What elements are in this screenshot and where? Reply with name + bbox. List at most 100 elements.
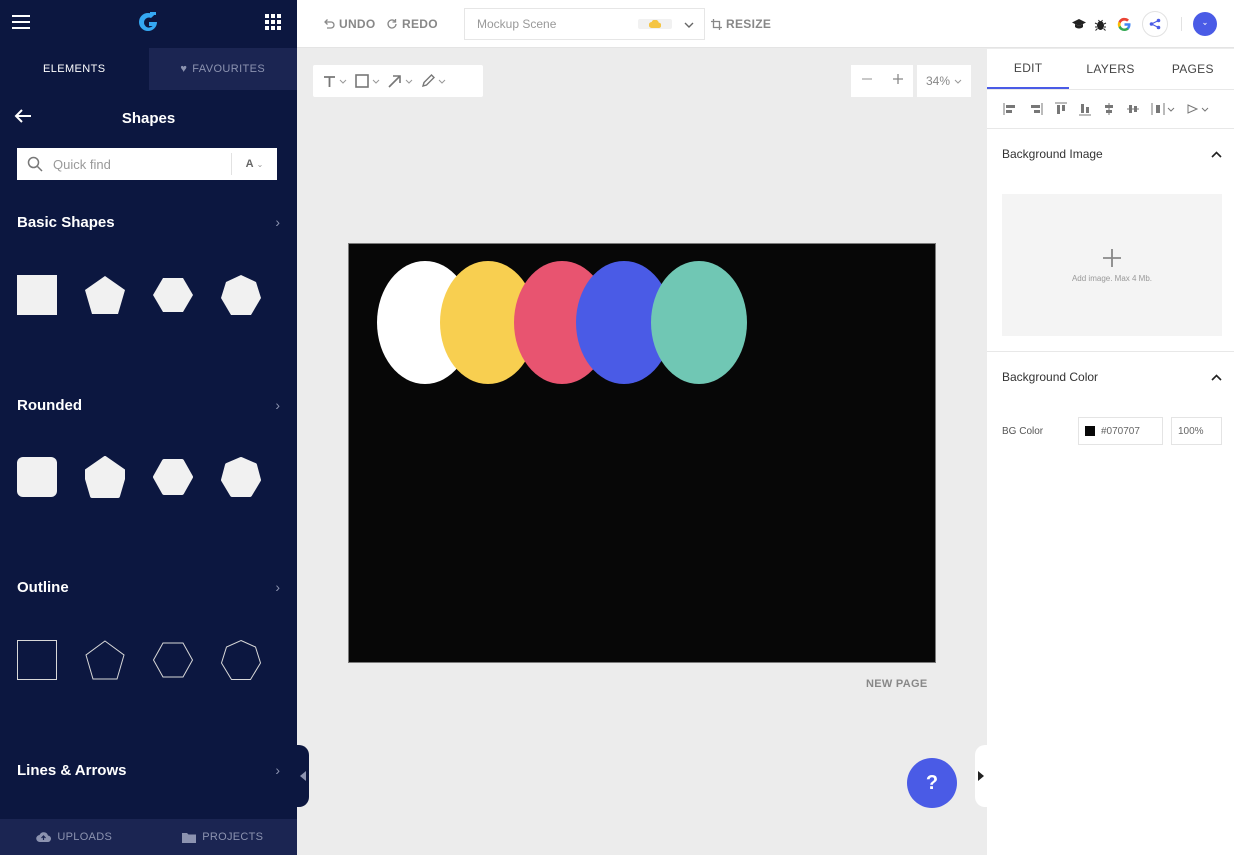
rounded-shapes-row	[17, 456, 261, 498]
rounded-square-shape[interactable]	[17, 456, 57, 498]
teal-ellipse[interactable]	[651, 261, 747, 384]
hexagon-shape[interactable]	[153, 274, 193, 316]
flip-icon	[1187, 104, 1199, 114]
quick-find-search: A ⌄	[17, 148, 277, 180]
section-title: Rounded	[17, 396, 82, 414]
heart-icon: ♥	[180, 63, 188, 75]
font-filter-button[interactable]: A ⌄	[231, 153, 277, 175]
chevron-down-icon: ⌄	[256, 159, 264, 169]
projects-button[interactable]: PROJECTS	[149, 819, 298, 855]
basic-shapes-row	[17, 274, 261, 316]
tab-layers[interactable]: LAYERS	[1069, 49, 1151, 89]
collapse-sidebar-handle[interactable]	[297, 745, 309, 807]
background-color-section-header[interactable]: Background Color	[1002, 367, 1222, 387]
pen-tool-button[interactable]	[421, 71, 446, 91]
new-page-button[interactable]: NEW PAGE	[866, 678, 927, 690]
resize-button[interactable]: RESIZE	[711, 14, 771, 34]
align-bottom-icon[interactable]	[1079, 102, 1091, 116]
outline-hexagon-shape[interactable]	[153, 639, 193, 681]
align-center-horizontal-icon[interactable]	[1103, 103, 1115, 115]
collapse-panel-handle[interactable]	[975, 745, 987, 807]
section-outline[interactable]: Outline ›	[17, 577, 280, 597]
distribute-dropdown[interactable]	[1151, 103, 1175, 115]
chevron-up-icon	[1211, 373, 1222, 381]
cloud-sync-icon	[638, 19, 672, 29]
pentagon-shape[interactable]	[85, 274, 125, 316]
back-arrow-icon[interactable]	[14, 108, 36, 128]
chevron-down-icon	[339, 79, 347, 84]
zoom-out-icon[interactable]	[861, 72, 873, 90]
sidebar-bottom-bar: UPLOADS PROJECTS	[0, 819, 297, 855]
undo-button[interactable]: UNDO	[323, 14, 376, 34]
resize-label: RESIZE	[726, 17, 772, 31]
search-input[interactable]	[53, 149, 231, 179]
rounded-pentagon-shape[interactable]	[85, 456, 125, 498]
chevron-right-icon: ›	[275, 579, 280, 595]
bug-icon[interactable]	[1090, 14, 1110, 34]
outline-square-shape[interactable]	[17, 639, 57, 681]
outline-heptagon-shape[interactable]	[221, 639, 261, 681]
tab-elements[interactable]: ELEMENTS	[0, 48, 149, 90]
drawing-toolbox	[313, 65, 483, 97]
bg-color-hex: #070707	[1101, 425, 1140, 437]
chevron-right-icon: ›	[275, 397, 280, 413]
hamburger-menu-icon[interactable]	[12, 14, 30, 34]
redo-label: REDO	[402, 17, 438, 31]
text-tool-button[interactable]	[323, 71, 347, 91]
google-icon[interactable]	[1114, 14, 1134, 34]
search-icon	[17, 148, 53, 180]
user-avatar[interactable]	[1193, 12, 1217, 36]
chevron-down-icon	[954, 79, 962, 84]
undo-icon	[324, 19, 335, 29]
arrow-tool-button[interactable]	[388, 71, 413, 91]
zoom-level-dropdown[interactable]: 34%	[917, 65, 971, 97]
section-lines-arrows[interactable]: Lines & Arrows ›	[17, 760, 280, 780]
share-icon[interactable]	[1142, 11, 1168, 37]
bg-color-row: BG Color #070707 100%	[1002, 417, 1222, 445]
text-icon	[324, 75, 335, 87]
rounded-heptagon-shape[interactable]	[221, 456, 261, 498]
align-top-icon[interactable]	[1055, 102, 1067, 116]
rounded-hexagon-shape[interactable]	[153, 456, 193, 498]
sidebar: ELEMENTS ♥ FAVOURITES Shapes A ⌄ Basic S…	[0, 0, 297, 855]
background-image-section-header[interactable]: Background Image	[1002, 144, 1222, 164]
heptagon-shape[interactable]	[221, 274, 261, 316]
color-swatch[interactable]	[1085, 426, 1095, 436]
zoom-level: 34%	[925, 74, 951, 88]
tab-label: LAYERS	[1086, 62, 1135, 76]
topbar-divider	[1181, 17, 1182, 31]
add-background-image-dropzone[interactable]: Add image. Max 4 Mb.	[1002, 194, 1222, 336]
redo-button[interactable]: REDO	[386, 14, 438, 34]
app-logo-icon[interactable]	[137, 11, 159, 38]
section-title: Lines & Arrows	[17, 761, 127, 779]
chevron-down-icon	[372, 79, 380, 84]
outline-pentagon-shape[interactable]	[85, 639, 125, 681]
align-right-icon[interactable]	[1029, 103, 1043, 115]
font-filter-label: A	[245, 158, 254, 170]
zoom-in-icon[interactable]	[892, 72, 904, 90]
chevron-down-icon[interactable]	[684, 15, 694, 33]
zoom-controls	[851, 65, 913, 97]
tab-edit[interactable]: EDIT	[987, 49, 1070, 89]
bg-opacity-field[interactable]: 100%	[1171, 417, 1222, 445]
chevron-down-icon	[438, 79, 446, 84]
uploads-button[interactable]: UPLOADS	[0, 819, 149, 855]
align-center-vertical-icon[interactable]	[1127, 103, 1139, 115]
shape-tool-button[interactable]	[355, 71, 380, 91]
help-label: ?	[925, 771, 939, 794]
chevron-down-icon	[1201, 107, 1209, 112]
align-left-icon[interactable]	[1003, 103, 1017, 115]
square-shape[interactable]	[17, 274, 57, 316]
design-canvas[interactable]	[348, 243, 936, 663]
section-basic-shapes[interactable]: Basic Shapes ›	[17, 212, 280, 232]
tab-favourites[interactable]: ♥ FAVOURITES	[148, 48, 297, 90]
document-name-field[interactable]: Mockup Scene	[464, 8, 705, 40]
folder-icon	[182, 832, 197, 843]
bg-color-hex-field[interactable]: #070707	[1078, 417, 1163, 445]
graduation-cap-icon[interactable]	[1069, 14, 1089, 34]
section-rounded[interactable]: Rounded ›	[17, 395, 280, 415]
tab-pages[interactable]: PAGES	[1152, 49, 1234, 89]
apps-grid-icon[interactable]	[265, 13, 281, 35]
flip-dropdown[interactable]	[1187, 103, 1209, 115]
help-button[interactable]: ?	[907, 758, 957, 808]
